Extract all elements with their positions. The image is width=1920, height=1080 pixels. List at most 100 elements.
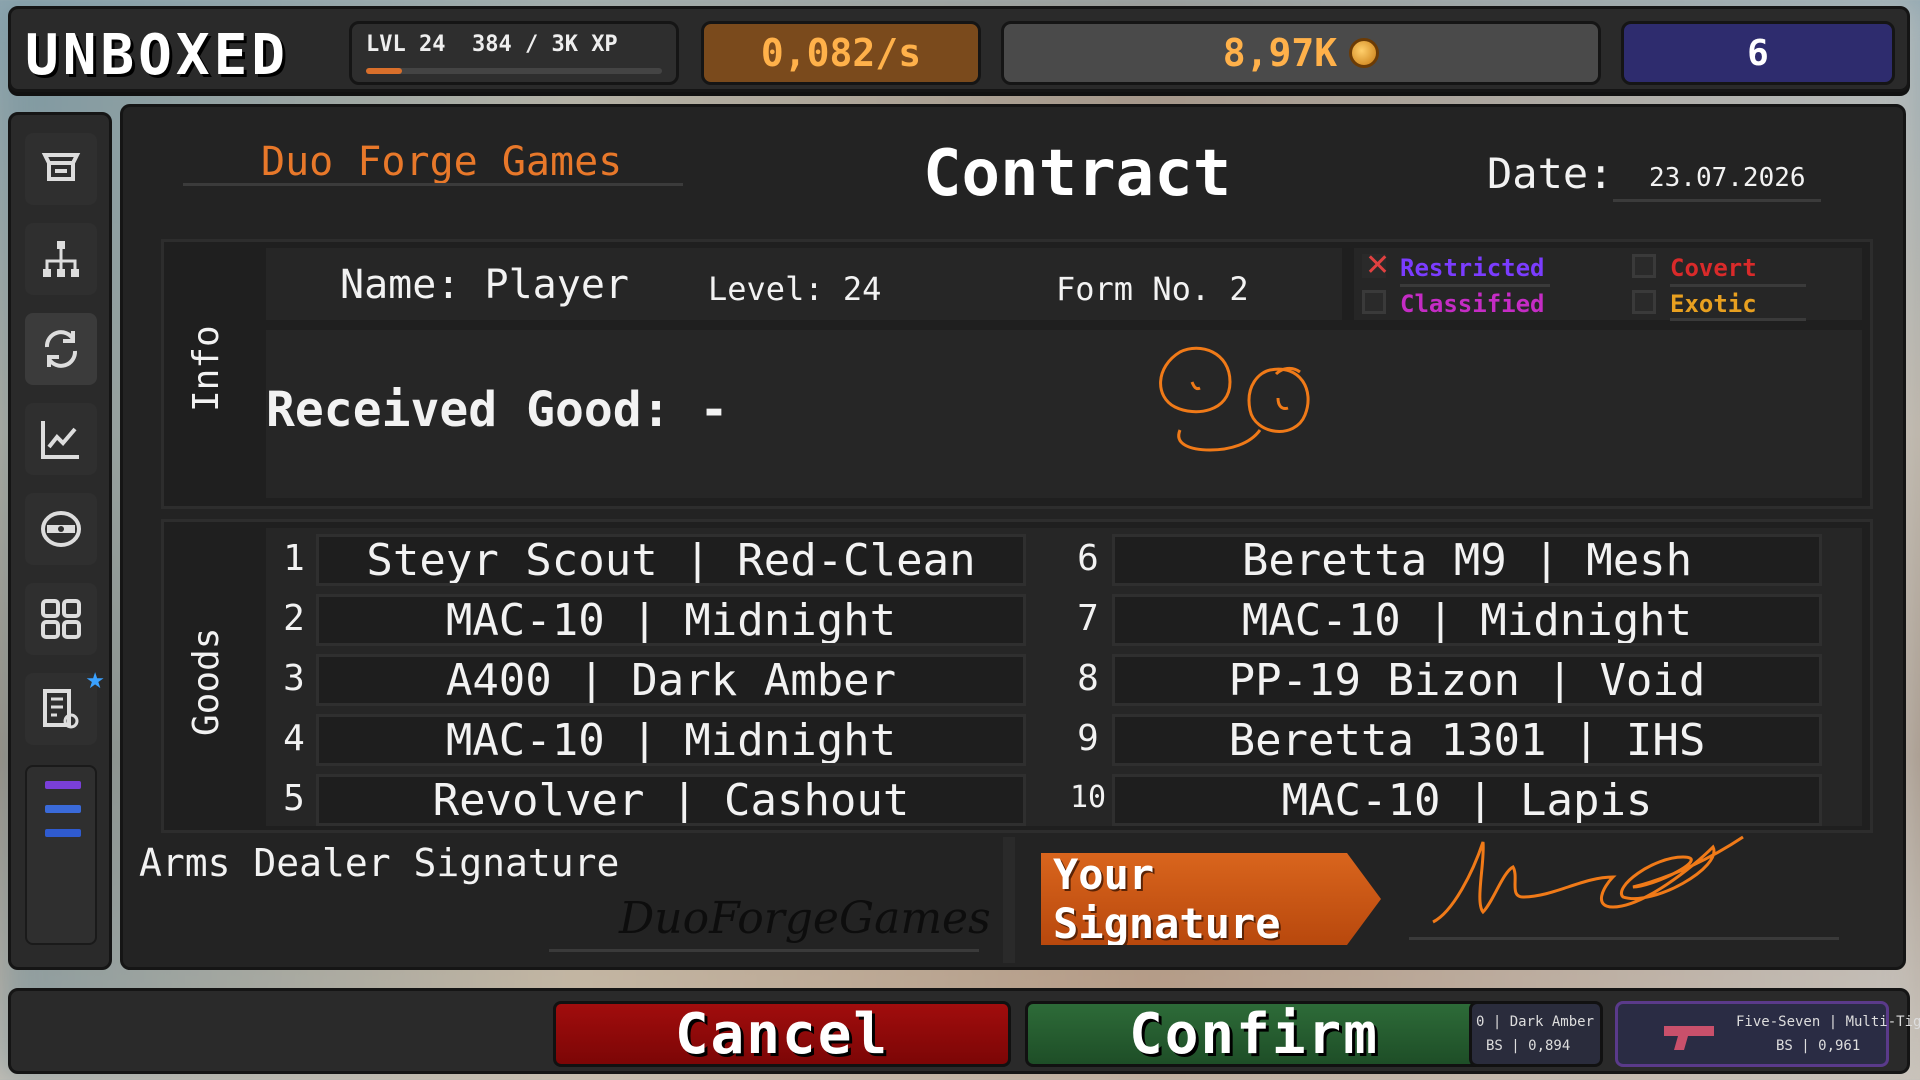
exotic-label: Exotic — [1670, 290, 1757, 318]
recent-item-name: Five-Seven | Multi-Tiger — [1736, 1014, 1920, 1030]
goods-number: 6 — [1077, 538, 1099, 579]
divider — [1003, 837, 1015, 963]
goods-number: 2 — [283, 598, 305, 639]
form-number: Form No. 2 — [1056, 270, 1249, 308]
goods-slot[interactable]: Beretta M9 | Mesh — [1112, 534, 1822, 586]
level-xp-panel[interactable]: LVL 24 384 / 3K XP — [349, 21, 679, 85]
goods-number: 10 — [1069, 780, 1107, 815]
goods-slot[interactable]: Revolver | Cashout — [316, 774, 1026, 826]
info-section: Info Name: Player Level: 24 Form No. 2 ✕… — [161, 239, 1873, 509]
divider — [1409, 937, 1839, 940]
menu-line — [45, 829, 81, 837]
goods-slot[interactable]: MAC-10 | Midnight — [1112, 594, 1822, 646]
recent-item-card[interactable]: 0 | Dark Amber BS | 0,894 — [1469, 1001, 1603, 1067]
goods-number: 4 — [283, 718, 305, 759]
divider — [549, 949, 979, 952]
income-rate: 0,082/s — [701, 21, 981, 85]
income-rate-value: 0,082/s — [760, 31, 922, 75]
exotic-checkbox[interactable] — [1632, 290, 1656, 314]
gem-balance[interactable]: 6 — [1621, 21, 1895, 85]
case-button[interactable] — [25, 493, 97, 565]
stats-chart-icon — [41, 421, 79, 459]
player-info-row: Name: Player Level: 24 Form No. 2 — [266, 248, 1342, 320]
sidebar: ★ — [8, 112, 112, 970]
dealer-signature-label: Arms Dealer Signature — [139, 841, 620, 885]
cancel-button[interactable]: Cancel — [553, 1001, 1011, 1067]
recent-item-float: BS | 0,894 — [1486, 1038, 1571, 1054]
coin-balance-value: 8,97K — [1222, 31, 1338, 75]
contracts-button[interactable]: ★ — [25, 669, 105, 745]
received-good-row: Received Good: - — [266, 330, 1862, 498]
contract-title: Contract — [923, 137, 1232, 211]
pistol-icon — [1664, 1026, 1714, 1050]
goods-list: 1 Steyr Scout | Red-Clean 2 MAC-10 | Mid… — [266, 528, 1862, 826]
inventory-button[interactable] — [25, 583, 97, 655]
doodle-drawing — [1159, 346, 1310, 452]
goods-slot[interactable]: MAC-10 | Midnight — [316, 714, 1026, 766]
classified-checkbox[interactable] — [1362, 290, 1386, 314]
coin-icon — [1349, 38, 1380, 68]
goods-number: 8 — [1077, 658, 1099, 699]
classified-label: Classified — [1400, 290, 1545, 318]
player-level: Level: 24 — [708, 270, 882, 308]
trade-up-button[interactable] — [25, 313, 97, 385]
bottom-bar: Cancel Confirm 0 | Dark Amber BS | 0,894… — [8, 988, 1920, 1074]
level-text: LVL 24 — [366, 32, 446, 57]
covert-label: Covert — [1670, 254, 1757, 282]
menu-line — [45, 781, 81, 789]
case-icon — [41, 511, 81, 547]
player-name: Name: Player — [340, 262, 629, 308]
dealer-signature-area: Arms Dealer Signature DuoForgeGames — [139, 837, 1019, 959]
divider — [1670, 284, 1806, 287]
goods-number: 3 — [283, 658, 305, 699]
info-label: Info — [186, 325, 227, 412]
divider — [1400, 284, 1550, 287]
xp-progress-fill — [366, 68, 402, 74]
coin-balance: 8,97K — [1001, 21, 1601, 85]
goods-number: 1 — [283, 538, 305, 579]
your-signature-button[interactable]: Your Signature — [1041, 853, 1381, 945]
shop-button[interactable] — [25, 133, 97, 205]
goods-slot[interactable]: Beretta 1301 | IHS — [1112, 714, 1822, 766]
player-signature-drawing — [1432, 835, 1744, 924]
goods-slot[interactable]: A400 | Dark Amber — [316, 654, 1026, 706]
skill-tree-button[interactable] — [25, 223, 97, 295]
xp-progress-bar — [366, 68, 662, 74]
divider — [1613, 199, 1821, 202]
date-value: 23.07.2026 — [1649, 163, 1806, 193]
contract-panel: Duo Forge Games Contract Date: 23.07.202… — [120, 104, 1906, 970]
top-bar: UNBOXED LVL 24 384 / 3K XP 0,082/s 8,97K… — [8, 6, 1910, 92]
divider — [1670, 318, 1806, 321]
gem-balance-value: 6 — [1747, 32, 1769, 74]
goods-slot[interactable]: Steyr Scout | Red-Clean — [316, 534, 1026, 586]
xp-text: 384 / 3K XP — [471, 32, 618, 57]
received-good: Received Good: - — [266, 382, 729, 438]
cart-icon — [41, 153, 81, 181]
trade-up-icon — [45, 330, 77, 368]
goods-slot[interactable]: PP-19 Bizon | Void — [1112, 654, 1822, 706]
menu-stack[interactable] — [25, 765, 97, 945]
recent-item-card[interactable]: Five-Seven | Multi-Tiger BS | 0,961 — [1615, 1001, 1920, 1067]
game-logo: UNBOXED — [25, 23, 290, 88]
goods-number: 9 — [1077, 718, 1099, 759]
menu-line — [45, 805, 81, 813]
recent-item-float: BS | 0,961 — [1776, 1038, 1861, 1054]
restricted-checkbox[interactable]: ✕ — [1362, 251, 1390, 281]
recent-item-name: 0 | Dark Amber — [1476, 1014, 1595, 1030]
date-label: Date: — [1487, 149, 1614, 198]
divider — [183, 183, 683, 186]
goods-number: 7 — [1077, 598, 1099, 639]
star-icon: ★ — [85, 669, 105, 694]
stats-button[interactable] — [25, 403, 97, 475]
confirm-button[interactable]: Confirm — [1025, 1001, 1483, 1067]
rarity-filter: ✕ Restricted Covert Classified Exotic — [1354, 248, 1862, 321]
goods-number: 5 — [283, 778, 305, 819]
company-name: Duo Forge Games — [261, 139, 623, 185]
goods-section: Goods 1 Steyr Scout | Red-Clean 2 MAC-10… — [161, 519, 1873, 833]
covert-checkbox[interactable] — [1632, 254, 1656, 278]
restricted-label: Restricted — [1400, 254, 1545, 282]
goods-label: Goods — [186, 627, 227, 736]
level-xp-text: LVL 24 384 / 3K XP — [366, 32, 618, 57]
dealer-signature: DuoForgeGames — [619, 893, 991, 944]
goods-slot[interactable]: MAC-10 | Midnight — [316, 594, 1026, 646]
